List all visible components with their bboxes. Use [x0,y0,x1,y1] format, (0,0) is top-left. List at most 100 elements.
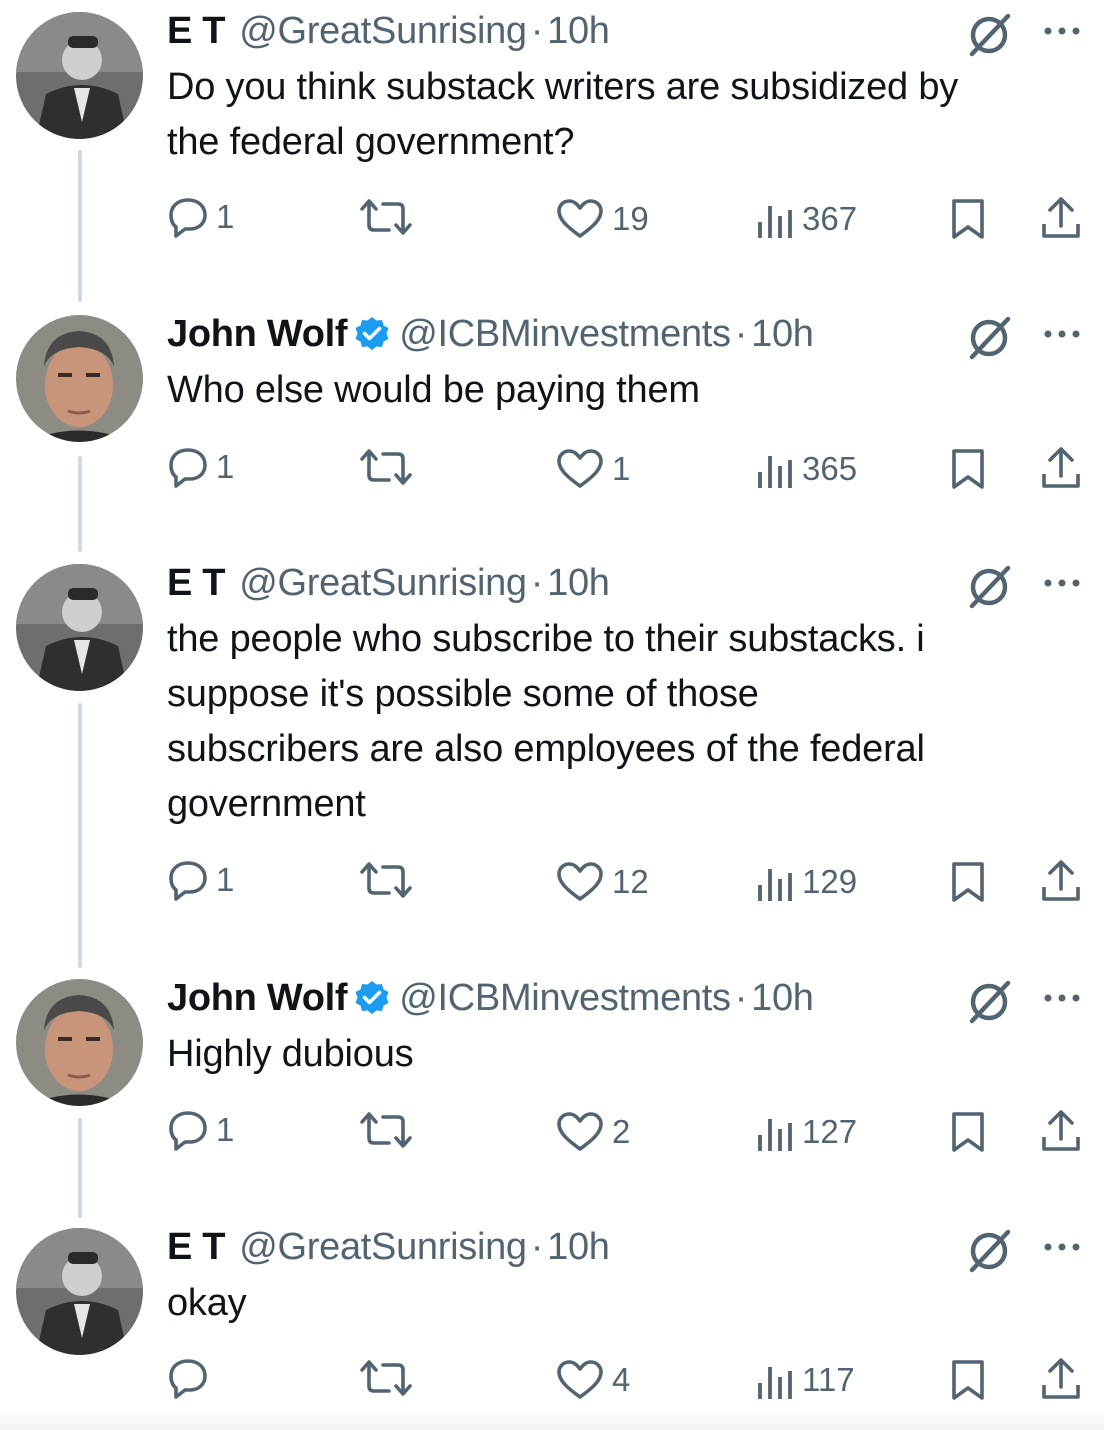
share-icon [1042,1358,1080,1399]
avatar[interactable] [16,1228,143,1355]
retweet-button[interactable] [358,1111,414,1149]
reply-icon [169,448,207,488]
tweet-text-line: Do you think substack writers are subsid… [167,66,959,108]
tweet-text-line: the people who subscribe to their substa… [167,618,925,660]
separator: · [734,312,748,355]
views-button[interactable]: 129 [756,861,857,903]
view-count: 127 [802,1113,858,1150]
author-handle[interactable]: @ICBMinvestments [399,313,731,356]
author-handle[interactable]: @GreatSunrising [239,1226,527,1269]
tweet-text-line: subscribers are also employees of the fe… [167,728,925,770]
share-icon [1042,197,1080,238]
share-button[interactable] [1040,1109,1082,1153]
timestamp[interactable]: 10h [547,562,610,605]
share-button[interactable] [1040,1357,1082,1401]
grok-icon[interactable] [964,313,1014,363]
views-icon [758,456,792,488]
author-name[interactable]: E T [167,10,226,53]
tweet[interactable]: E T @GreatSunrising · 10h okay 4 117 [0,1216,1104,1416]
timestamp[interactable]: 10h [751,313,814,356]
reply-button[interactable] [168,1357,216,1399]
views-button[interactable]: 117 [756,1359,855,1401]
bookmark-button[interactable] [950,861,986,903]
separator: · [530,9,544,52]
views-button[interactable]: 367 [756,198,857,240]
retweet-button[interactable] [358,198,414,236]
tweet-header: John Wolf @ICBMinvestments · 10h [167,975,814,1021]
tweet-actions: 1 1 365 [0,444,1104,494]
grok-icon[interactable] [964,10,1014,60]
bookmark-button[interactable] [950,1359,986,1401]
grok-icon[interactable] [964,977,1014,1027]
author-name[interactable]: E T [167,1226,226,1269]
tweet-text: the people who subscribe to their substa… [167,612,1087,832]
tweet[interactable]: John Wolf @ICBMinvestments · 10h Who els… [0,303,1104,543]
view-count: 367 [802,200,858,237]
tweet-header: E T @GreatSunrising · 10h [167,1224,610,1270]
bookmark-button[interactable] [950,1111,986,1153]
more-icon[interactable] [1040,1232,1084,1262]
like-button[interactable]: 19 [556,198,649,240]
bookmark-button[interactable] [950,198,986,240]
grok-icon[interactable] [964,1226,1014,1276]
reply-button[interactable]: 1 [168,446,234,488]
views-button[interactable]: 127 [756,1111,857,1153]
tweet-actions: 1 2 127 [0,1107,1104,1157]
retweet-button[interactable] [358,448,414,486]
author-handle[interactable]: @GreatSunrising [239,10,527,53]
author-handle[interactable]: @GreatSunrising [239,562,527,605]
retweet-icon [360,199,412,235]
author-name[interactable]: E T [167,562,226,605]
more-icon[interactable] [1040,16,1084,46]
avatar[interactable] [16,979,143,1106]
tweet-text-line: the federal government? [167,121,575,163]
share-button[interactable] [1040,196,1082,240]
bookmark-icon [952,199,984,239]
author-name[interactable]: John Wolf [167,313,348,356]
avatar[interactable] [16,315,143,442]
bookmark-button[interactable] [950,448,986,490]
like-button[interactable]: 12 [556,861,649,903]
views-icon [758,869,792,901]
retweet-button[interactable] [358,1359,414,1397]
like-button[interactable]: 2 [556,1111,630,1153]
reply-button[interactable]: 1 [168,196,234,238]
tweet-text-line: suppose it's possible some of those [167,673,759,715]
reply-icon [169,1359,207,1399]
bookmark-icon [952,1360,984,1400]
like-button[interactable]: 1 [556,448,630,490]
views-button[interactable]: 365 [756,448,857,490]
author-handle[interactable]: @ICBMinvestments [399,977,731,1020]
avatar[interactable] [16,564,143,691]
verified-badge-icon[interactable] [353,315,391,353]
reply-icon [169,861,207,901]
timestamp[interactable]: 10h [547,1226,610,1269]
retweet-button[interactable] [358,861,414,899]
timestamp[interactable]: 10h [547,10,610,53]
share-button[interactable] [1040,859,1082,903]
share-icon [1042,447,1080,488]
tweet-text-line: government [167,783,366,825]
tweet[interactable]: E T @GreatSunrising · 10h Do you think s… [0,0,1104,290]
separator: · [530,561,544,604]
reply-button[interactable]: 1 [168,859,234,901]
reply-count: 1 [216,1111,235,1148]
verified-badge-icon[interactable] [353,979,391,1017]
tweet-header: John Wolf @ICBMinvestments · 10h [167,311,814,357]
views-icon [758,1367,792,1399]
tweet[interactable]: John Wolf @ICBMinvestments · 10h Highly … [0,967,1104,1207]
timestamp[interactable]: 10h [751,977,814,1020]
reply-button[interactable]: 1 [168,1109,234,1151]
tweet-text: Do you think substack writers are subsid… [167,60,1087,170]
tweet[interactable]: E T @GreatSunrising · 10h the people who… [0,552,1104,957]
author-name[interactable]: John Wolf [167,977,348,1020]
grok-icon[interactable] [964,562,1014,612]
avatar[interactable] [16,12,143,139]
share-button[interactable] [1040,446,1082,490]
more-icon[interactable] [1040,983,1084,1013]
like-button[interactable]: 4 [556,1359,630,1401]
reply-icon [169,198,207,238]
more-icon[interactable] [1040,319,1084,349]
more-icon[interactable] [1040,568,1084,598]
like-icon [557,449,603,488]
